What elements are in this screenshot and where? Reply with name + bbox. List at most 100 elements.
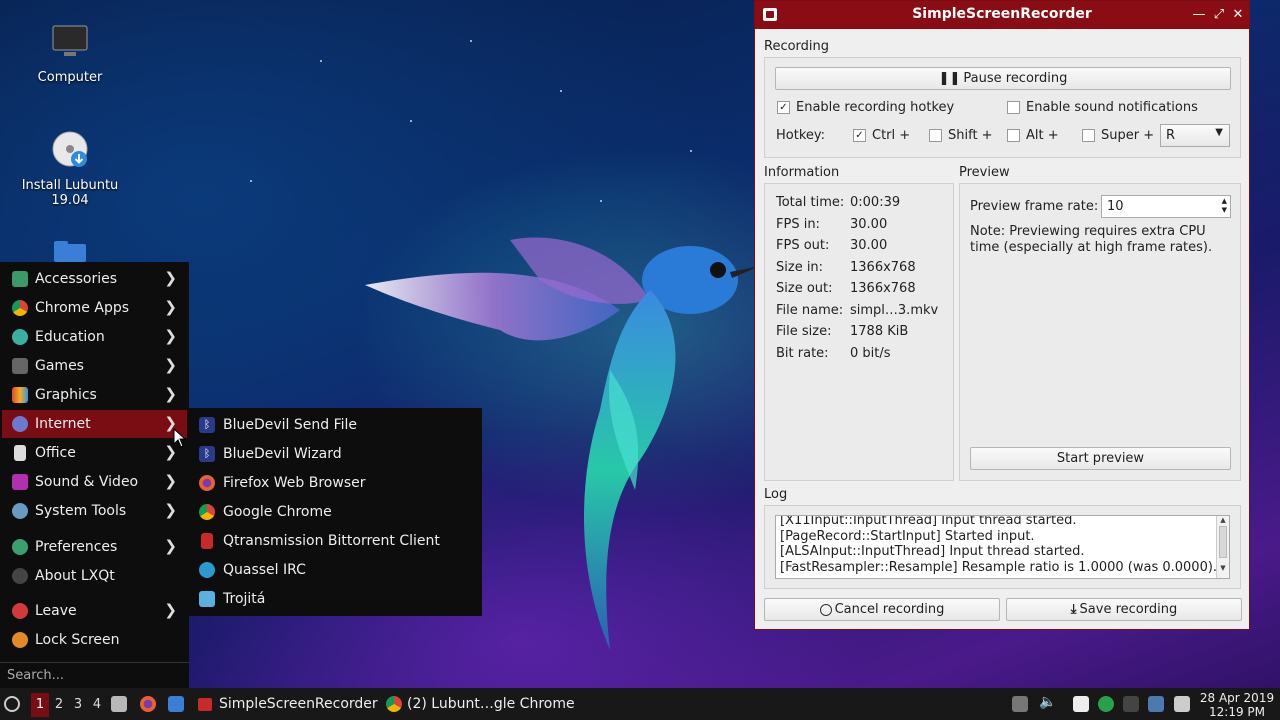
menu-item-label: System Tools (35, 503, 127, 519)
alt-checkbox[interactable]: Alt + (1007, 128, 1059, 143)
super-checkbox[interactable]: Super + (1082, 128, 1154, 143)
chevron-right-icon: ❯ (164, 501, 177, 519)
lock-icon (12, 632, 28, 648)
menu-item-preferences[interactable]: Preferences ❯ (2, 533, 187, 561)
file-manager-launcher-icon[interactable] (111, 696, 127, 712)
notes-icon[interactable] (1073, 696, 1089, 712)
menu-item-label: Preferences (35, 539, 118, 555)
close-icon[interactable]: ✕ (1229, 5, 1247, 25)
submenu-item-bluedevil-wizard[interactable]: ᛒ BlueDevil Wizard (188, 439, 482, 468)
download-icon: ⤓ (1070, 602, 1077, 617)
hotkey-label: Hotkey: (776, 128, 826, 143)
workspace-2[interactable]: 2 (50, 693, 68, 717)
submenu-item-bluedevil-send[interactable]: ᛒ BlueDevil Send File (188, 410, 482, 439)
preview-section-label: Preview (959, 165, 1010, 180)
ctrl-checkbox[interactable]: ✓ Ctrl + (853, 128, 910, 143)
window-titlebar: SimpleScreenRecorder — ⤢ ✕ (755, 1, 1249, 29)
submenu-item-google-chrome[interactable]: Google Chrome (188, 497, 482, 526)
info-row-size-out: Size out: 1366x768 (776, 281, 916, 296)
preview-frame-rate-spinbox[interactable]: 10 ▲ ▼ (1101, 195, 1231, 218)
workspace-1[interactable]: 1 (31, 693, 49, 717)
update-icon[interactable] (1098, 696, 1114, 712)
internet-icon (12, 416, 28, 432)
log-scrollbar[interactable]: ▲ ▼ (1216, 516, 1229, 578)
maximize-icon[interactable]: ⤢ (1210, 5, 1228, 25)
menu-item-about[interactable]: About LXQt (2, 562, 187, 590)
window-title: SimpleScreenRecorder (912, 6, 1092, 22)
desktop-icon-computer[interactable]: Computer (15, 22, 125, 85)
submenu-item-firefox[interactable]: Firefox Web Browser (188, 468, 482, 497)
hotkey-key-select[interactable]: R ▼ (1160, 124, 1230, 147)
pause-icon: ❚❚ (938, 71, 961, 86)
menu-item-chrome-apps[interactable]: Chrome Apps ❯ (2, 294, 187, 322)
info-key: Bit rate: (776, 345, 829, 361)
chrome-icon (12, 300, 28, 316)
info-row-bit-rate: Bit rate: 0 bit/s (776, 346, 891, 361)
submenu-item-qtransmission[interactable]: Qtransmission Bittorrent Client (188, 526, 482, 555)
desktop-icon-install[interactable]: Install Lubuntu 19.04 (15, 130, 125, 208)
education-icon (12, 329, 28, 345)
menu-item-label: Leave (35, 603, 77, 619)
info-value: 30.00 (850, 216, 888, 232)
ctrl-label: Ctrl + (872, 128, 911, 143)
menu-item-sound-video[interactable]: Sound & Video ❯ (2, 468, 187, 496)
transmission-icon (201, 532, 213, 549)
leave-icon (12, 603, 28, 619)
task-simplescreenrecorder[interactable]: SimpleScreenRecorder (198, 688, 378, 720)
log-line: [ALSAInput::InputThread] Input thread st… (780, 544, 1085, 559)
shift-label: Shift + (948, 128, 993, 143)
chevron-right-icon: ❯ (164, 269, 177, 287)
spin-arrows-icon[interactable]: ▲ ▼ (1222, 197, 1227, 215)
accessories-icon (12, 271, 28, 287)
pause-recording-label: Pause recording (963, 71, 1068, 86)
information-frame: Total time: 0:00:39 FPS in: 30.00 FPS out:… (764, 183, 954, 481)
menu-search-input[interactable]: Search... (0, 662, 189, 688)
menu-item-label: Education (35, 329, 105, 345)
menu-item-graphics[interactable]: Graphics ❯ (2, 381, 187, 409)
log-textarea[interactable]: [X11Input::InputThread] Input thread sta… (775, 515, 1230, 579)
cancel-recording-button[interactable]: Cancel recording (764, 598, 1000, 621)
workspace-4[interactable]: 4 (88, 693, 106, 717)
submenu-item-quassel[interactable]: Quassel IRC (188, 555, 482, 584)
workspace-3[interactable]: 3 (69, 693, 87, 717)
chevron-right-icon: ❯ (164, 472, 177, 490)
pause-recording-button[interactable]: ❚❚ Pause recording (775, 67, 1231, 90)
save-recording-button[interactable]: ⤓ Save recording (1006, 598, 1242, 621)
clipboard-icon[interactable] (1012, 696, 1028, 712)
menu-item-office[interactable]: Office ❯ (2, 439, 187, 467)
menu-item-label: Internet (35, 416, 91, 432)
network-icon[interactable] (1123, 696, 1139, 712)
menu-item-internet[interactable]: Internet ❯ (2, 410, 187, 438)
submenu-item-trojita[interactable]: Trojitá (188, 584, 482, 613)
minimize-icon[interactable]: — (1190, 5, 1208, 25)
bluetooth-icon[interactable] (1148, 696, 1164, 712)
save-recording-label: Save recording (1079, 602, 1178, 617)
chevron-right-icon: ❯ (164, 537, 177, 555)
games-icon (12, 358, 28, 374)
menu-item-system-tools[interactable]: System Tools ❯ (2, 497, 187, 525)
chevron-right-icon: ❯ (164, 298, 177, 316)
menu-item-lock-screen[interactable]: Lock Screen (2, 626, 187, 654)
menu-item-leave[interactable]: Leave ❯ (2, 597, 187, 625)
chrome-icon (199, 503, 215, 520)
menu-item-education[interactable]: Education ❯ (2, 323, 187, 351)
start-preview-button[interactable]: Start preview (970, 447, 1231, 470)
shift-checkbox[interactable]: Shift + (929, 128, 993, 143)
info-key: Size out: (776, 281, 833, 296)
submenu-item-label: Quassel IRC (223, 561, 306, 578)
menu-item-games[interactable]: Games ❯ (2, 352, 187, 380)
task-chrome[interactable]: (2) Lubunt…gle Chrome (386, 688, 575, 720)
enable-hotkey-checkbox[interactable]: ✓ Enable recording hotkey (777, 100, 954, 115)
clock-date: 28 Apr 2019 (1199, 691, 1275, 705)
enable-hotkey-label: Enable recording hotkey (796, 100, 955, 115)
start-menu-button[interactable] (4, 688, 26, 720)
clock[interactable]: 28 Apr 2019 12:19 PM (1196, 691, 1278, 719)
sound-notifications-checkbox[interactable]: Enable sound notifications (1007, 100, 1198, 115)
volume-icon[interactable]: 🔈 (1039, 694, 1056, 710)
menu-item-accessories[interactable]: Accessories ❯ (2, 265, 187, 293)
menu-item-label: Lock Screen (35, 632, 120, 648)
screenshot-icon[interactable] (1174, 696, 1190, 712)
firefox-launcher-icon[interactable] (140, 696, 156, 712)
show-desktop-icon[interactable] (168, 696, 184, 712)
info-row-fps-in: FPS in: 30.00 (776, 217, 887, 232)
